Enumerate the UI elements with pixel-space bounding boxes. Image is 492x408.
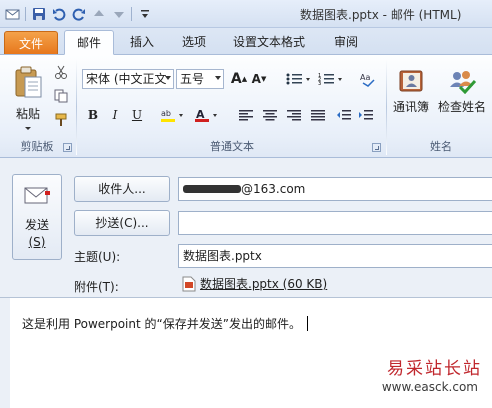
attachment-label: 附件(T): xyxy=(74,280,119,294)
tab-insert[interactable]: 插入 xyxy=(118,30,166,55)
send-key-label: (S) xyxy=(28,235,46,249)
font-size-combo[interactable]: 五号 xyxy=(176,69,224,89)
font-color-icon[interactable]: A xyxy=(192,105,222,125)
clipboard-group-label: 剪贴板 xyxy=(20,140,54,153)
title-bar: 数据图表.pptx - 邮件 (HTML) xyxy=(0,0,492,28)
to-button[interactable]: 收件人... xyxy=(74,176,170,202)
underline-icon[interactable]: U xyxy=(128,105,146,125)
attachment-value: 数据图表.pptx (60 KB) xyxy=(200,277,328,291)
group-separator xyxy=(76,59,77,155)
ribbon-tabs: 文件 邮件 插入 选项 设置文本格式 审阅 xyxy=(0,28,492,55)
address-book-button[interactable]: 通讯簿 xyxy=(390,61,432,121)
send-label: 发送 xyxy=(24,218,49,232)
grow-font-icon[interactable]: A ▲ xyxy=(230,69,248,89)
font-name-combo[interactable]: 宋体 (中文正文 xyxy=(82,69,174,89)
body-text: 这是利用 Powerpoint 的“保存并发送”发出的邮件。 xyxy=(22,315,308,332)
cc-field[interactable] xyxy=(178,211,492,235)
decrease-indent-icon[interactable] xyxy=(334,105,354,125)
toolbar-separator xyxy=(131,7,132,21)
save-icon[interactable] xyxy=(30,6,47,23)
send-mail-icon xyxy=(24,187,50,204)
quick-access-toolbar xyxy=(4,5,153,23)
bullets-icon[interactable] xyxy=(284,69,314,89)
tab-mail[interactable]: 邮件 xyxy=(64,30,114,55)
svg-text:3: 3 xyxy=(318,81,321,86)
shrink-font-icon[interactable]: A ▼ xyxy=(250,69,268,89)
copy-icon[interactable] xyxy=(52,87,70,105)
ribbon: 粘贴 剪贴板 宋体 (中文正文 五号 A ▲ A ▼ 123 Aa B I U ab… xyxy=(0,54,492,158)
tab-options[interactable]: 选项 xyxy=(170,30,218,55)
chevron-down-icon xyxy=(215,76,221,80)
address-book-icon xyxy=(399,70,423,91)
pptx-file-icon xyxy=(182,276,196,291)
attachment-item[interactable]: 数据图表.pptx (60 KB) xyxy=(182,275,327,292)
bold-icon[interactable]: B xyxy=(84,105,102,125)
align-left-icon[interactable] xyxy=(236,105,256,125)
justify-icon[interactable] xyxy=(308,105,328,125)
highlight-icon[interactable]: ab xyxy=(158,105,188,125)
address-book-label: 通讯簿 xyxy=(392,99,429,114)
names-group-label: 姓名 xyxy=(430,140,452,153)
toolbar-separator xyxy=(25,7,26,21)
cut-icon[interactable] xyxy=(52,63,70,81)
tab-review[interactable]: 审阅 xyxy=(324,30,368,55)
check-names-icon xyxy=(450,70,477,94)
font-size-value: 五号 xyxy=(180,72,205,86)
redacted-address xyxy=(183,185,241,193)
to-field[interactable]: @163.com xyxy=(178,177,492,201)
basic-text-launcher-icon[interactable] xyxy=(372,143,381,152)
font-name-value: 宋体 (中文正文 xyxy=(86,72,167,86)
check-names-button[interactable]: 检查姓名 xyxy=(432,61,492,121)
text-caret xyxy=(306,316,308,331)
paste-button[interactable]: 粘贴 xyxy=(10,61,46,135)
svg-text:Aa: Aa xyxy=(360,73,370,82)
to-value: @163.com xyxy=(241,182,306,196)
mail-icon[interactable] xyxy=(4,6,21,23)
send-button[interactable]: 发送 (S) xyxy=(12,174,62,260)
body-content: 这是利用 Powerpoint 的“保存并发送”发出的邮件。 xyxy=(22,317,301,331)
window-title: 数据图表.pptx - 邮件 (HTML) xyxy=(300,8,462,22)
undo-icon[interactable] xyxy=(50,6,67,23)
redo-icon[interactable] xyxy=(70,6,87,23)
align-right-icon[interactable] xyxy=(284,105,304,125)
chevron-down-icon xyxy=(25,126,31,130)
tab-format-text[interactable]: 设置文本格式 xyxy=(224,30,314,55)
watermark-url: www.easck.com xyxy=(381,380,478,394)
subject-field[interactable]: 数据图表.pptx xyxy=(178,244,492,268)
subject-label: 主题(U): xyxy=(74,250,121,264)
align-center-icon[interactable] xyxy=(260,105,280,125)
group-separator xyxy=(386,59,387,155)
check-names-label: 检查姓名 xyxy=(437,99,486,114)
customize-toolbar-icon[interactable] xyxy=(136,6,153,23)
paste-icon xyxy=(15,66,42,97)
message-body[interactable]: 这是利用 Powerpoint 的“保存并发送”发出的邮件。 易采站长站 www… xyxy=(0,298,492,408)
message-header: 发送 (S) 收件人... @163.com 抄送(C)... 主题(U): 数… xyxy=(0,158,492,298)
up-arrow-icon[interactable] xyxy=(90,6,107,23)
basic-text-group-label: 普通文本 xyxy=(210,140,254,153)
watermark-title: 易采站长站 xyxy=(387,359,482,379)
italic-icon[interactable]: I xyxy=(106,105,124,125)
format-painter-icon[interactable] xyxy=(52,111,70,129)
cc-button[interactable]: 抄送(C)... xyxy=(74,210,170,236)
paste-label: 粘贴 xyxy=(15,106,40,121)
increase-indent-icon[interactable] xyxy=(356,105,376,125)
chevron-down-icon xyxy=(165,76,171,80)
tab-file[interactable]: 文件 xyxy=(4,31,58,55)
svg-text:ab: ab xyxy=(161,109,171,118)
styles-icon[interactable]: Aa xyxy=(358,69,378,89)
numbering-icon[interactable]: 123 xyxy=(316,69,346,89)
down-arrow-icon[interactable] xyxy=(110,6,127,23)
clipboard-launcher-icon[interactable] xyxy=(63,143,72,152)
